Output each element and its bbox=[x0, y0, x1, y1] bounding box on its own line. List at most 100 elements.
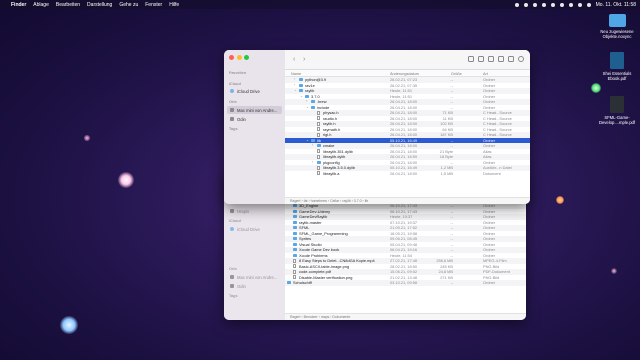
menu-hilfe[interactable]: Hilfe bbox=[169, 2, 179, 8]
folder-icon bbox=[299, 83, 303, 87]
folder-icon bbox=[293, 220, 297, 224]
file-list: › python@3.9 26.02.21, 07:23 -- Ordner › rav1e… bbox=[285, 77, 530, 176]
folder-icon bbox=[293, 248, 297, 252]
table-row[interactable]: libraylib.a 26.04.21, 18:00 1,5 MB Dokument bbox=[285, 171, 530, 177]
status-icon[interactable] bbox=[514, 2, 519, 7]
sidebar-item-label: Odin bbox=[237, 116, 246, 122]
status-icon[interactable] bbox=[532, 2, 537, 7]
wallpaper-orb bbox=[591, 83, 601, 93]
sidebar-item-mac-mini[interactable]: Mac mini von Andre... bbox=[227, 273, 282, 281]
folder-icon bbox=[311, 105, 315, 109]
wallpaper-orb bbox=[84, 135, 90, 141]
wallpaper-orb bbox=[556, 196, 564, 204]
status-icon[interactable] bbox=[559, 2, 564, 7]
zoom-button[interactable] bbox=[244, 55, 249, 60]
menu-fenster[interactable]: Fenster bbox=[145, 2, 162, 8]
desktop-item[interactable]: Neu zugewiesene Objekte.noxync bbox=[597, 14, 637, 39]
close-button[interactable] bbox=[229, 55, 234, 60]
file-icon bbox=[293, 264, 296, 269]
drive-icon bbox=[230, 117, 234, 121]
file-icon bbox=[317, 149, 320, 154]
sidebar-item-hrapis[interactable]: Hrapis bbox=[227, 207, 282, 215]
action-icon[interactable] bbox=[508, 56, 514, 62]
file-icon bbox=[317, 116, 320, 121]
menu-bearbeiten[interactable]: Bearbeiten bbox=[56, 2, 80, 8]
forward-button[interactable]: › bbox=[303, 56, 305, 63]
sidebar-item-odin[interactable]: Odin bbox=[227, 115, 282, 123]
back-button[interactable]: ‹ bbox=[293, 56, 295, 63]
status-icon[interactable] bbox=[550, 2, 555, 7]
finder-toolbar: ‹ › bbox=[285, 50, 530, 70]
folder-icon bbox=[299, 89, 303, 93]
cloud-icon bbox=[230, 89, 234, 93]
control-center-icon[interactable] bbox=[586, 2, 591, 7]
sidebar-item-label: Mac mini von Andre... bbox=[237, 107, 278, 113]
sidebar-item-label: iCloud Drive bbox=[237, 88, 260, 94]
sidebar-item-odin[interactable]: Odin bbox=[227, 282, 282, 290]
sidebar-item-icloud-drive[interactable]: iCloud Drive bbox=[227, 225, 282, 233]
wallpaper-orb bbox=[611, 268, 617, 274]
file-icon bbox=[317, 154, 320, 159]
cell-name: Schulschiff bbox=[293, 280, 312, 285]
file-icon bbox=[293, 275, 296, 280]
column-size[interactable]: Größe bbox=[451, 72, 462, 76]
file-icon bbox=[317, 132, 320, 137]
finder-window-front[interactable]: Favoriten iCloud iCloud Drive Orte Mac m… bbox=[224, 50, 530, 204]
menu-finder[interactable]: Finder bbox=[11, 2, 26, 8]
folder-icon bbox=[293, 209, 297, 213]
view-list-icon[interactable] bbox=[468, 56, 474, 62]
sidebar-item-label: Odin bbox=[237, 283, 246, 289]
column-kind[interactable]: Art bbox=[483, 72, 488, 76]
folder-icon bbox=[287, 281, 291, 285]
wallpaper-orb bbox=[60, 316, 78, 334]
toolbar-actions bbox=[468, 56, 524, 62]
column-date[interactable]: Änderungsdatum bbox=[390, 72, 419, 76]
search-icon[interactable] bbox=[577, 2, 582, 7]
cloud-icon bbox=[230, 227, 234, 231]
folder-icon bbox=[293, 242, 297, 246]
sidebar-item-mac-mini[interactable]: Mac mini von Andre... bbox=[227, 106, 282, 114]
folder-icon bbox=[311, 100, 315, 104]
desktop-item[interactable]: Shei Essentials Ebook.pdf bbox=[597, 52, 637, 81]
menu-gehe-zu[interactable]: Gehe zu bbox=[119, 2, 138, 8]
group-icon[interactable] bbox=[478, 56, 484, 62]
folder-icon bbox=[317, 144, 321, 148]
sidebar-item-label: iCloud Drive bbox=[237, 226, 260, 232]
path-bar[interactable]: Ragert › fat › homebrew › Cellar › rayli… bbox=[285, 197, 530, 204]
folder-icon bbox=[317, 160, 321, 164]
menu-darstellung[interactable]: Darstellung bbox=[87, 2, 112, 8]
cell-size: -- bbox=[450, 280, 453, 285]
table-row[interactable]: Schulschiff 03.10.21, 09:58 -- Ordner bbox=[285, 280, 526, 286]
column-name[interactable]: Name bbox=[291, 72, 301, 76]
menu-ablage[interactable]: Ablage bbox=[33, 2, 49, 8]
finder-sidebar: Favoriten iCloud iCloud Drive Orte Mac m… bbox=[224, 50, 285, 204]
share-icon[interactable] bbox=[488, 56, 494, 62]
wifi-icon[interactable] bbox=[568, 2, 573, 7]
status-icon[interactable] bbox=[541, 2, 546, 7]
folder-icon bbox=[311, 138, 315, 142]
path-bar[interactable]: Ragert › Benutzer › maps › Dokumente bbox=[285, 313, 526, 320]
sidebar-section-favoriten: Favoriten bbox=[229, 71, 247, 75]
computer-icon bbox=[230, 108, 234, 112]
folder-icon bbox=[293, 226, 297, 230]
desktop-item-label: SFML-Game-Develop....mple.pdf bbox=[598, 115, 636, 125]
window-controls bbox=[229, 55, 249, 60]
sidebar-section-tags: Tags bbox=[229, 127, 238, 131]
menubar-clock[interactable]: Mo. 11. Okt. 11:58 bbox=[596, 2, 636, 8]
desktop-item[interactable]: SFML-Game-Develop....mple.pdf bbox=[597, 96, 637, 125]
folder-icon bbox=[608, 14, 626, 27]
file-icon bbox=[317, 127, 320, 132]
status-area: Mo. 11. Okt. 11:58 bbox=[514, 2, 636, 8]
sidebar-section-orte: Orte bbox=[229, 267, 237, 271]
book-icon bbox=[610, 96, 624, 113]
tag-icon[interactable] bbox=[498, 56, 504, 62]
file-icon bbox=[317, 121, 320, 126]
search-icon[interactable] bbox=[518, 56, 524, 62]
minimize-button[interactable] bbox=[236, 55, 242, 60]
sidebar-section-icloud: iCloud bbox=[229, 82, 241, 86]
folder-icon bbox=[293, 215, 297, 219]
status-icon[interactable] bbox=[523, 2, 528, 7]
sidebar-section-icloud: iCloud bbox=[229, 219, 241, 223]
sidebar-item-icloud-drive[interactable]: iCloud Drive bbox=[227, 87, 282, 95]
cell-size: 1,5 MB bbox=[440, 170, 453, 176]
